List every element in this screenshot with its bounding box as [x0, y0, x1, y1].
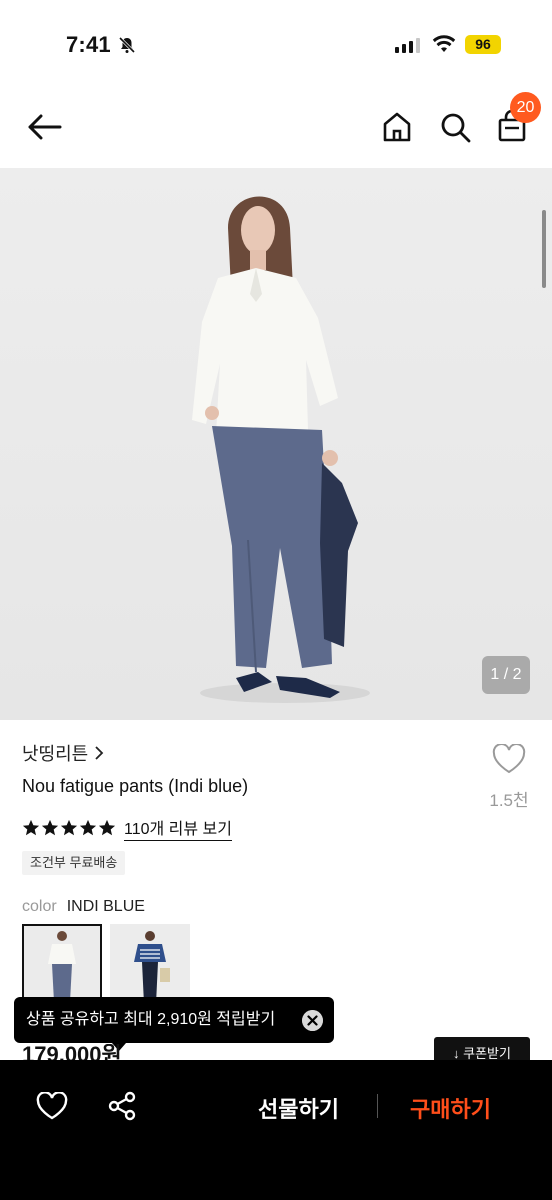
star-icon [22, 819, 40, 836]
shipping-badge: 조건부 무료배송 [22, 851, 126, 875]
share-icon[interactable] [108, 1091, 136, 1121]
star-icon [98, 819, 116, 836]
gift-button[interactable]: 선물하기 [258, 1092, 339, 1124]
scroll-indicator[interactable] [542, 210, 546, 288]
cell-signal-icon [395, 37, 420, 53]
battery-indicator: 96 [465, 35, 501, 54]
status-time: 7:41 [66, 32, 111, 57]
color-swatch-selected[interactable] [22, 924, 102, 1004]
brand-link[interactable]: 낫띵리튼 [22, 740, 104, 766]
rating-stars [22, 819, 116, 837]
search-icon[interactable] [438, 110, 472, 144]
brand-name: 낫띵리튼 [22, 744, 89, 764]
heart-outline-icon [492, 743, 526, 774]
cart-count-badge: 20 [510, 92, 541, 123]
swatch-thumbnail [110, 924, 190, 1004]
model-photo-illustration [0, 168, 552, 720]
action-divider [377, 1094, 378, 1118]
review-link[interactable]: 110개 리뷰 보기 [124, 815, 232, 841]
bottom-action-bar [0, 1060, 552, 1200]
star-icon [60, 819, 78, 836]
close-icon[interactable] [302, 1010, 323, 1031]
wifi-icon [432, 35, 456, 52]
bell-muted-icon [118, 36, 136, 54]
star-icon [79, 819, 97, 836]
wishlist-heart-icon[interactable] [36, 1092, 68, 1120]
chevron-right-icon [95, 746, 104, 760]
home-icon[interactable] [380, 110, 414, 144]
toast-text: 상품 공유하고 최대 2,910원 적립받기 [26, 1011, 276, 1028]
product-title: Nou fatigue pants (Indi blue) [22, 776, 249, 796]
share-reward-toast: 상품 공유하고 최대 2,910원 적립받기 [14, 997, 334, 1043]
buy-button[interactable]: 구매하기 [410, 1092, 491, 1124]
like-button[interactable] [486, 743, 532, 779]
product-price: 179,000원 [22, 1044, 122, 1060]
status-bar: 7:41 96 [0, 0, 552, 90]
like-count: 1.5천 [489, 791, 529, 810]
rating-row: 110개 리뷰 보기 [22, 815, 232, 841]
color-label: color [22, 898, 57, 915]
color-swatch[interactable] [110, 924, 190, 1004]
star-icon [41, 819, 59, 836]
image-counter: 1 / 2 [482, 656, 530, 694]
back-arrow-icon[interactable] [26, 112, 62, 142]
product-image[interactable] [0, 168, 552, 720]
color-row: color INDI BLUE [22, 898, 145, 916]
swatch-thumbnail [24, 926, 100, 1002]
color-value: INDI BLUE [66, 898, 145, 915]
